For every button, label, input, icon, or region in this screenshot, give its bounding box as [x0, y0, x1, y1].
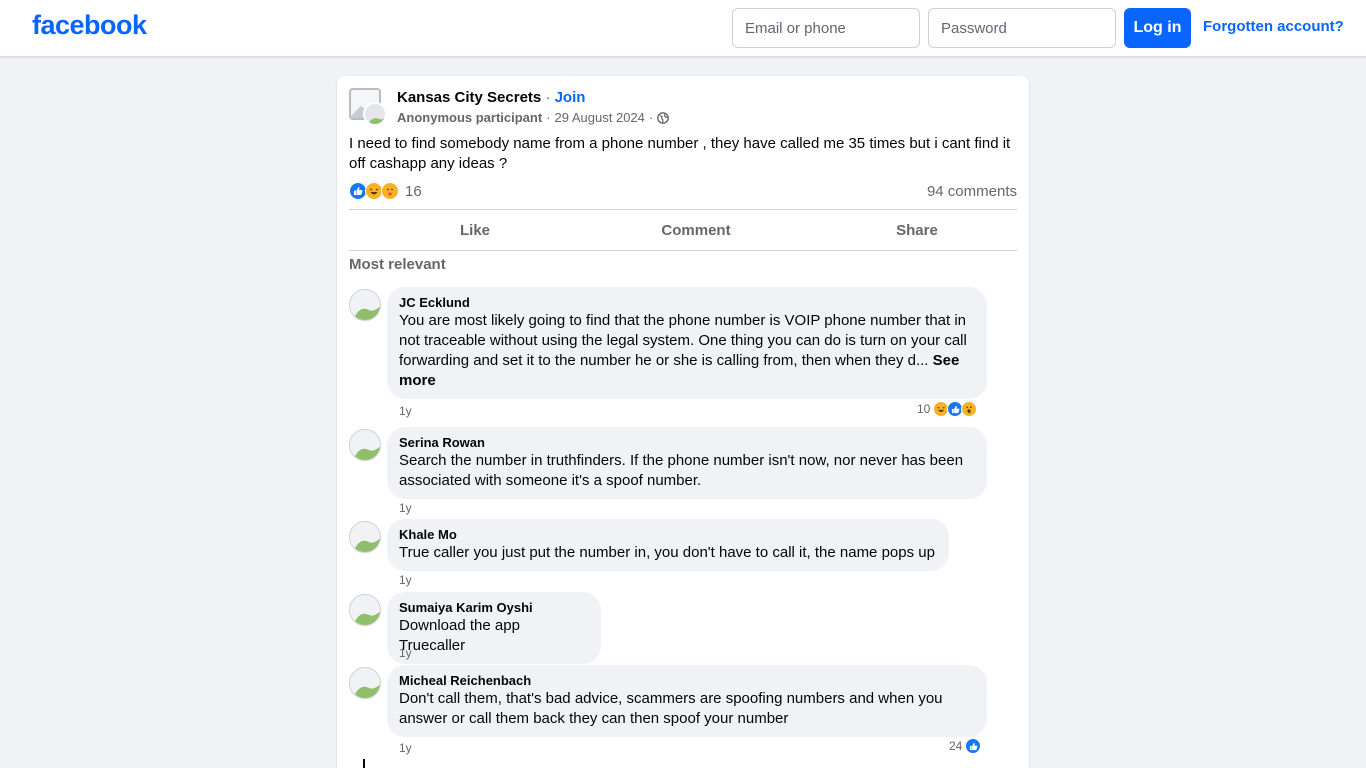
comment-timestamp[interactable]: 1y: [399, 573, 412, 587]
meta-separator-2: ·: [648, 110, 654, 125]
comment-sort-dropdown[interactable]: Most relevant: [349, 256, 446, 273]
post-date[interactable]: 29 August 2024: [555, 110, 645, 125]
commenter-avatar[interactable]: [349, 289, 381, 321]
comment-text: True caller you just put the number in, …: [399, 544, 935, 561]
comment-timestamp[interactable]: 1y: [399, 646, 412, 660]
comment-bubble: Khale Mo True caller you just put the nu…: [387, 519, 949, 571]
comment-bubble: Serina Rowan Search the number in truthf…: [387, 427, 987, 499]
group-avatar[interactable]: [349, 88, 387, 126]
wow-reaction-icon: [961, 401, 978, 417]
group-name-link[interactable]: Kansas City Secrets: [397, 89, 541, 106]
meta-separator: ·: [546, 110, 551, 125]
globe-icon: [657, 111, 670, 124]
comment-text: Download the app Truecaller: [399, 617, 520, 654]
comment-timestamp[interactable]: 1y: [399, 501, 412, 515]
comment-reactions[interactable]: 24: [949, 738, 982, 754]
password-input[interactable]: [928, 8, 1116, 48]
like-button[interactable]: Like: [364, 211, 586, 249]
log-in-button[interactable]: Log in: [1124, 8, 1191, 48]
user-image-placeholder-icon: [363, 102, 387, 126]
comment-author[interactable]: JC Ecklund: [399, 295, 975, 311]
top-navigation-bar: facebook Log in Forgotten account?: [0, 0, 1366, 57]
comment-reactions[interactable]: 10: [917, 401, 978, 417]
comment-timestamp[interactable]: 1y: [399, 404, 412, 418]
comment-reaction-count: 10: [917, 402, 931, 416]
commenter-avatar[interactable]: [349, 429, 381, 461]
comment-author[interactable]: Sumaiya Karim Oyshi: [399, 600, 589, 616]
post-card: Kansas City Secrets · Join Anonymous par…: [337, 76, 1029, 768]
comment-author[interactable]: Micheal Reichenbach: [399, 673, 975, 689]
comment-bubble: JC Ecklund You are most likely going to …: [387, 287, 987, 399]
reply-thread-line: [363, 759, 365, 768]
comment-author[interactable]: Serina Rowan: [399, 435, 975, 451]
commenter-avatar[interactable]: [349, 521, 381, 553]
like-reaction-icon: [965, 738, 982, 754]
reaction-count: 16: [405, 182, 422, 200]
forgotten-account-link[interactable]: Forgotten account?: [1203, 18, 1344, 35]
care-reaction-icon: [381, 182, 399, 200]
post-body-text: I need to find somebody name from a phon…: [349, 135, 1011, 172]
actions-bottom-divider: [349, 250, 1017, 251]
comment-text: Search the number in truthfinders. If th…: [399, 452, 964, 489]
comment-timestamp[interactable]: 1y: [399, 741, 412, 755]
commenter-avatar[interactable]: [349, 594, 381, 626]
comment-text: You are most likely going to find that t…: [399, 311, 975, 391]
commenter-avatar[interactable]: [349, 667, 381, 699]
post-meta: Anonymous participant · 29 August 2024 ·: [397, 110, 670, 125]
comment-author[interactable]: Khale Mo: [399, 527, 937, 543]
post-author: Anonymous participant: [397, 110, 543, 125]
comment-text: Don't call them, that's bad advice, scam…: [399, 690, 943, 727]
post-reactions-summary[interactable]: 16: [349, 182, 422, 200]
facebook-logo[interactable]: facebook: [32, 10, 147, 41]
join-group-link[interactable]: Join: [555, 89, 586, 106]
comment-button[interactable]: Comment: [585, 211, 807, 249]
email-or-phone-input[interactable]: [732, 8, 920, 48]
comment-bubble: Sumaiya Karim Oyshi Download the app Tru…: [387, 592, 601, 664]
comment-text-content: You are most likely going to find that t…: [399, 312, 967, 369]
comments-count-link[interactable]: 94 comments: [927, 183, 1017, 200]
comment-reaction-count: 24: [949, 739, 963, 753]
post-header-title: Kansas City Secrets · Join: [397, 89, 585, 106]
actions-top-divider: [349, 209, 1017, 210]
share-button[interactable]: Share: [806, 211, 1028, 249]
title-separator: ·: [541, 89, 555, 106]
comment-bubble: Micheal Reichenbach Don't call them, tha…: [387, 665, 987, 737]
